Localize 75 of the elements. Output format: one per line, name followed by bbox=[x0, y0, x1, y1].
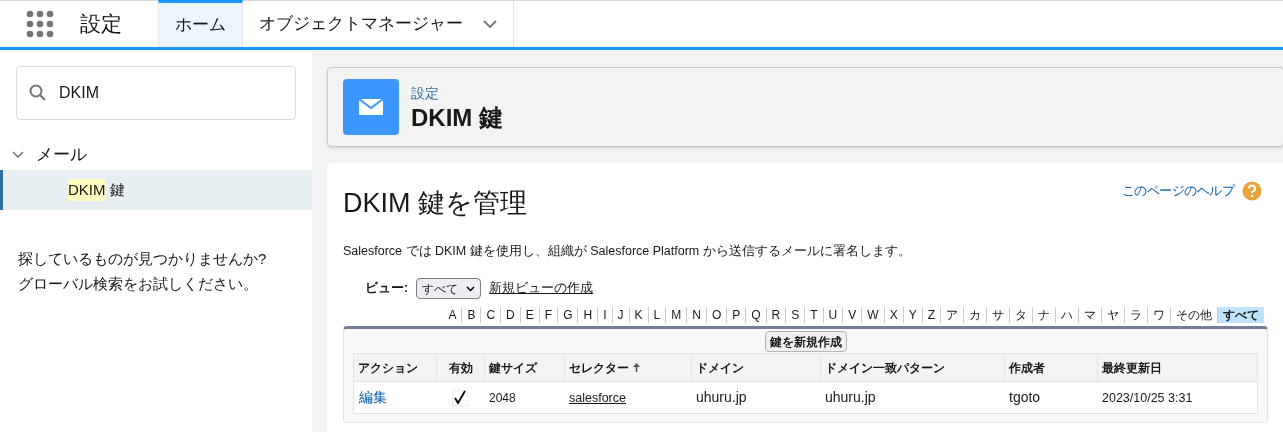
column-header[interactable]: 作成者 bbox=[1004, 354, 1097, 382]
table-cell: tgoto bbox=[1009, 389, 1041, 406]
column-header[interactable]: 最終更新日 bbox=[1097, 354, 1257, 382]
page-title: DKIM 鍵 bbox=[411, 103, 503, 132]
table-cell: uhuru.jp bbox=[825, 389, 876, 406]
description: Salesforce では DKIM 鍵を使用し、組織が Salesforce Platform から送信するメールに署名します。 bbox=[343, 242, 912, 260]
letter-filter[interactable]: ア bbox=[940, 307, 963, 324]
column-header[interactable]: ドメイン bbox=[691, 354, 820, 382]
nav-tab[interactable]: オブジェクトマネージャー bbox=[243, 1, 514, 47]
letter-filter[interactable]: ワ bbox=[1147, 307, 1170, 324]
letter-filter[interactable]: カ bbox=[963, 307, 986, 324]
envelope-icon bbox=[343, 79, 399, 135]
sort-arrow-icon bbox=[633, 363, 640, 373]
search-field[interactable]: DKIM bbox=[16, 66, 296, 120]
letter-filter[interactable]: X bbox=[883, 307, 903, 324]
edit-link[interactable]: 編集 bbox=[359, 389, 387, 406]
letter-filter[interactable]: E bbox=[519, 307, 539, 324]
letter-filter[interactable]: F bbox=[538, 307, 558, 324]
letter-filter[interactable]: T bbox=[804, 307, 823, 324]
new-view-link[interactable]: 新規ビューの作成 bbox=[489, 279, 594, 299]
letter-filter[interactable]: A bbox=[443, 307, 462, 324]
letter-filter[interactable]: ヤ bbox=[1101, 307, 1124, 324]
view-label: ビュー: bbox=[365, 280, 409, 298]
letter-filter[interactable]: Y bbox=[902, 307, 922, 324]
breadcrumb: 設定 bbox=[411, 83, 440, 103]
letter-filter[interactable]: V bbox=[842, 307, 862, 324]
table-cell: 2023/10/25 3:31 bbox=[1102, 390, 1193, 405]
letter-filter[interactable]: ハ bbox=[1055, 307, 1078, 324]
tree-item[interactable]: DKIM 鍵 bbox=[0, 170, 312, 210]
help-link[interactable]: このページのヘルプ bbox=[1121, 181, 1234, 201]
letter-filter[interactable]: C bbox=[480, 307, 501, 324]
table-cell: uhuru.jp bbox=[696, 389, 747, 406]
letter-filter[interactable]: W bbox=[861, 307, 884, 324]
letter-filter[interactable]: H bbox=[577, 307, 598, 324]
letter-filter[interactable]: サ bbox=[986, 307, 1009, 324]
app-title: 設定 bbox=[80, 11, 122, 38]
letter-filter[interactable]: K bbox=[628, 307, 648, 324]
chevron-down-icon[interactable] bbox=[483, 19, 497, 29]
letter-filter[interactable]: O bbox=[705, 307, 727, 324]
letter-filter[interactable]: D bbox=[500, 307, 520, 324]
tree-group[interactable]: メール bbox=[0, 140, 312, 170]
column-header[interactable]: 有効 bbox=[436, 354, 484, 382]
letter-filter[interactable]: U bbox=[822, 307, 843, 324]
table-cell: 2048 bbox=[489, 391, 516, 405]
column-header[interactable]: アクション bbox=[354, 354, 436, 382]
selector-link[interactable]: salesforce bbox=[569, 390, 626, 405]
section-title: DKIM 鍵を管理 bbox=[343, 187, 527, 220]
app-launcher-icon[interactable] bbox=[26, 10, 54, 38]
letter-filter[interactable]: I bbox=[597, 307, 612, 324]
letter-filter[interactable]: S bbox=[785, 307, 805, 324]
letter-filter[interactable]: N bbox=[686, 307, 706, 324]
letter-filter[interactable]: Q bbox=[745, 307, 766, 324]
search-icon bbox=[29, 84, 47, 102]
letter-filter[interactable]: R bbox=[765, 307, 786, 324]
letter-filter[interactable]: J bbox=[611, 307, 629, 324]
letter-filter[interactable]: M bbox=[665, 307, 687, 324]
letter-filter[interactable]: G bbox=[557, 307, 578, 324]
letter-filter[interactable]: L bbox=[647, 307, 666, 324]
letter-filter[interactable]: ナ bbox=[1032, 307, 1055, 324]
help-text: 探しているものが見つかりませんか? グローバル検索をお試しください。 bbox=[17, 249, 268, 294]
letter-filter[interactable]: タ bbox=[1009, 307, 1032, 324]
letter-filter[interactable]: P bbox=[726, 307, 746, 324]
new-key-button[interactable]: 鍵を新規作成 bbox=[764, 331, 847, 353]
letter-filter[interactable]: マ bbox=[1078, 307, 1101, 324]
chevron-icon bbox=[12, 151, 24, 159]
letter-filter[interactable]: Z bbox=[921, 307, 940, 324]
view-select[interactable]: すべて bbox=[416, 278, 482, 300]
chevron-down-icon bbox=[466, 285, 476, 292]
nav-tab[interactable]: ホーム bbox=[158, 0, 243, 47]
column-header[interactable]: 鍵サイズ bbox=[484, 354, 564, 382]
letter-filter[interactable]: すべて bbox=[1217, 307, 1264, 324]
column-header[interactable]: ドメイン一致パターン bbox=[820, 354, 1004, 382]
column-header[interactable]: セレクター bbox=[564, 354, 691, 382]
letter-filter[interactable]: B bbox=[461, 307, 481, 324]
letter-filter[interactable]: ラ bbox=[1124, 307, 1147, 324]
